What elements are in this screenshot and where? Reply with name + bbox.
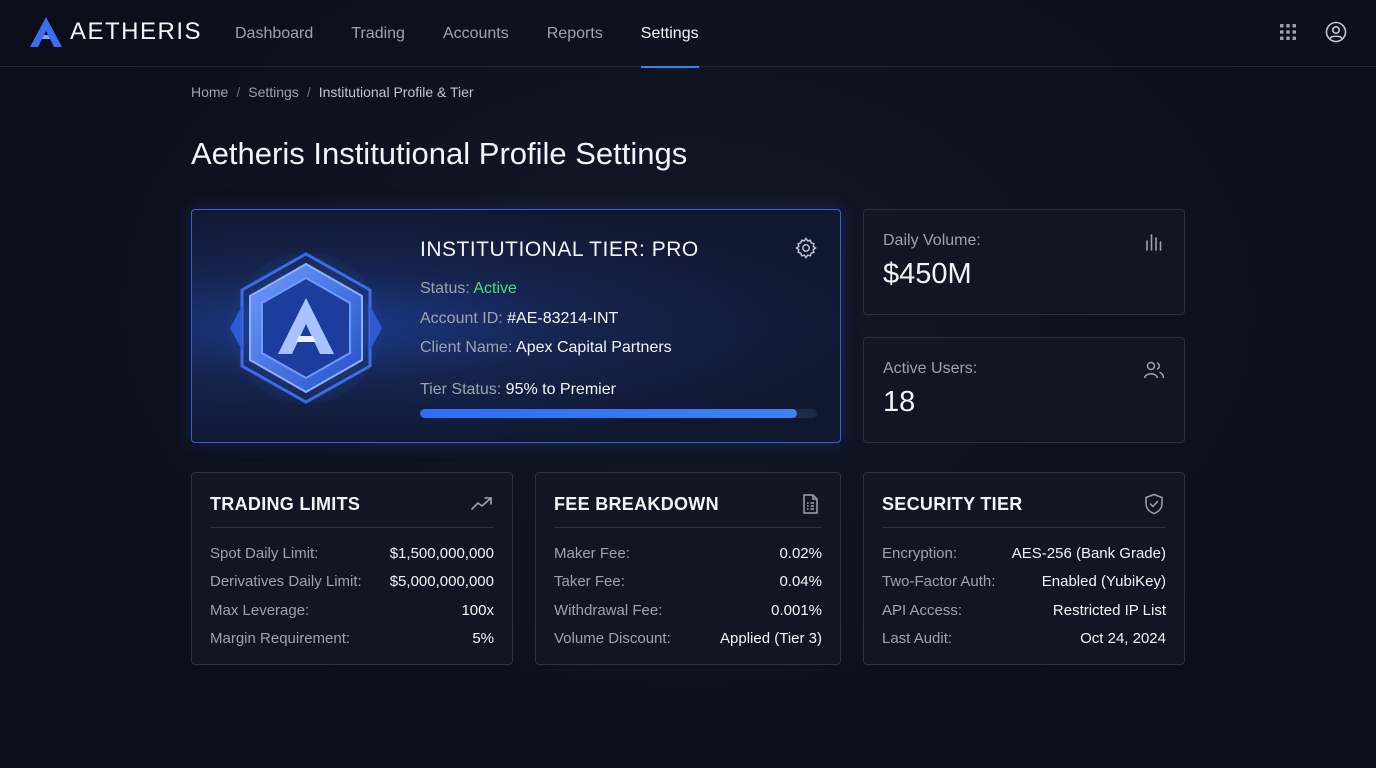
row-label: Volume Discount: [554, 630, 671, 648]
user-account-icon[interactable] [1324, 20, 1348, 44]
row-value: 5% [472, 630, 494, 648]
active-users-card: Active Users: 18 [863, 337, 1185, 443]
nav-accounts[interactable]: Accounts [424, 0, 528, 67]
gear-icon[interactable] [794, 236, 818, 260]
row-value: 0.02% [779, 544, 822, 562]
trading-limits-list: Spot Daily Limit: $1,500,000,000 Derivati… [210, 539, 494, 653]
list-item: API Access: Restricted IP List [882, 596, 1166, 625]
tier-title: INSTITUTIONAL TIER: PRO [420, 238, 699, 261]
tier-status-value: 95% to Premier [505, 381, 616, 398]
row-value: 0.001% [771, 601, 822, 619]
list-item: Encryption: AES-256 (Bank Grade) [882, 539, 1166, 568]
row-value: $5,000,000,000 [389, 573, 494, 591]
brand-name: AETHERIS [70, 18, 203, 45]
nav-dashboard[interactable]: Dashboard [216, 0, 332, 67]
row-value: Applied (Tier 3) [720, 630, 822, 648]
security-tier-list: Encryption: AES-256 (Bank Grade) Two-Fact… [882, 539, 1166, 653]
row-label: Withdrawal Fee: [554, 601, 663, 619]
nav-trading[interactable]: Trading [332, 0, 424, 67]
list-item: Max Leverage: 100x [210, 596, 494, 625]
client-name-value: Apex Capital Partners [516, 339, 672, 356]
list-item: Withdrawal Fee: 0.001% [554, 596, 822, 625]
list-item: Volume Discount: Applied (Tier 3) [554, 625, 822, 654]
users-icon [1143, 361, 1165, 379]
row-label: Encryption: [882, 544, 958, 562]
breadcrumb-separator: / [236, 84, 241, 100]
list-item: Two-Factor Auth: Enabled (YubiKey) [882, 568, 1166, 597]
active-users-label: Active Users: [883, 360, 978, 377]
receipt-icon [803, 494, 818, 514]
nav-reports[interactable]: Reports [528, 0, 622, 67]
daily-volume-card: Daily Volume: $450M [863, 209, 1185, 315]
trading-limits-card: TRADING LIMITS Spot Daily Limit: $1,500,0… [191, 472, 513, 665]
row-label: Last Audit: [882, 630, 953, 648]
list-item: Maker Fee: 0.02% [554, 539, 822, 568]
list-item: Margin Requirement: 5% [210, 625, 494, 654]
nav-settings[interactable]: Settings [622, 0, 718, 68]
aetheris-logo-icon [30, 17, 62, 47]
list-item: Taker Fee: 0.04% [554, 568, 822, 597]
list-item: Spot Daily Limit: $1,500,000,000 [210, 539, 494, 568]
bar-chart-icon [1146, 234, 1162, 251]
tier-status-line: Status: Active [420, 280, 517, 298]
account-id-label: Account ID: [420, 310, 503, 327]
brand-logo[interactable]: AETHERIS [28, 15, 202, 49]
status-badge: Active [473, 280, 517, 297]
row-value: 100x [461, 601, 494, 619]
daily-volume-label: Daily Volume: [883, 232, 981, 249]
tier-badge-icon [230, 252, 382, 404]
row-value: Restricted IP List [1052, 601, 1166, 619]
fee-breakdown-header: FEE BREAKDOWN [554, 473, 822, 528]
security-tier-title: SECURITY TIER [882, 494, 1023, 514]
status-label: Status: [420, 280, 470, 297]
row-value: AES-256 (Bank Grade) [1011, 544, 1166, 562]
active-users-value: 18 [883, 386, 916, 418]
fee-breakdown-list: Maker Fee: 0.02% Taker Fee: 0.04% Withdraw… [554, 539, 822, 653]
row-label: Taker Fee: [554, 573, 625, 591]
apps-grid-icon[interactable] [1276, 20, 1300, 44]
row-label: Spot Daily Limit: [210, 544, 319, 562]
list-item: Last Audit: Oct 24, 2024 [882, 625, 1166, 654]
breadcrumb-current: Institutional Profile & Tier [318, 84, 474, 100]
breadcrumb-separator: / [306, 84, 311, 100]
security-tier-header: SECURITY TIER [882, 473, 1166, 528]
fee-breakdown-card: FEE BREAKDOWN Maker Fee: 0.02% Taker Fee:… [535, 472, 841, 665]
list-item: Derivatives Daily Limit: $5,000,000,000 [210, 568, 494, 597]
client-name-line: Client Name: Apex Capital Partners [420, 339, 672, 357]
top-navigation-bar: AETHERIS Dashboard Trading Accounts Repo… [0, 0, 1376, 68]
tier-progress-line: Tier Status: 95% to Premier [420, 381, 616, 399]
row-value: Oct 24, 2024 [1080, 630, 1166, 648]
trending-up-icon [471, 497, 492, 510]
fee-breakdown-title: FEE BREAKDOWN [554, 494, 719, 514]
main-nav: Dashboard Trading Accounts Reports Setti… [216, 0, 718, 68]
breadcrumb-home[interactable]: Home [191, 84, 228, 100]
daily-volume-value: $450M [883, 258, 972, 290]
header-actions [1276, 20, 1348, 44]
breadcrumb-settings[interactable]: Settings [248, 84, 299, 100]
breadcrumb: Home / Settings / Institutional Profile … [191, 84, 474, 100]
row-value: Enabled (YubiKey) [1041, 573, 1166, 591]
shield-check-icon [1145, 493, 1163, 515]
trading-limits-title: TRADING LIMITS [210, 494, 361, 514]
row-label: Maker Fee: [554, 544, 630, 562]
tier-progress-fill [420, 409, 798, 418]
tier-progress-bar [420, 409, 817, 418]
row-value: $1,500,000,000 [389, 544, 494, 562]
page-title: Aetheris Institutional Profile Settings [191, 136, 688, 171]
institutional-tier-card: INSTITUTIONAL TIER: PRO Status: Active A… [191, 209, 841, 443]
account-id-value: #AE-83214-INT [507, 310, 619, 327]
row-value: 0.04% [779, 573, 822, 591]
row-label: Derivatives Daily Limit: [210, 573, 362, 591]
tier-status-label: Tier Status: [420, 381, 502, 398]
row-label: Max Leverage: [210, 601, 310, 619]
row-label: API Access: [882, 601, 963, 619]
security-tier-card: SECURITY TIER Encryption: AES-256 (Bank G… [863, 472, 1185, 665]
client-name-label: Client Name: [420, 339, 513, 356]
row-label: Margin Requirement: [210, 630, 351, 648]
account-id-line: Account ID: #AE-83214-INT [420, 310, 618, 328]
row-label: Two-Factor Auth: [882, 573, 996, 591]
trading-limits-header: TRADING LIMITS [210, 473, 494, 528]
